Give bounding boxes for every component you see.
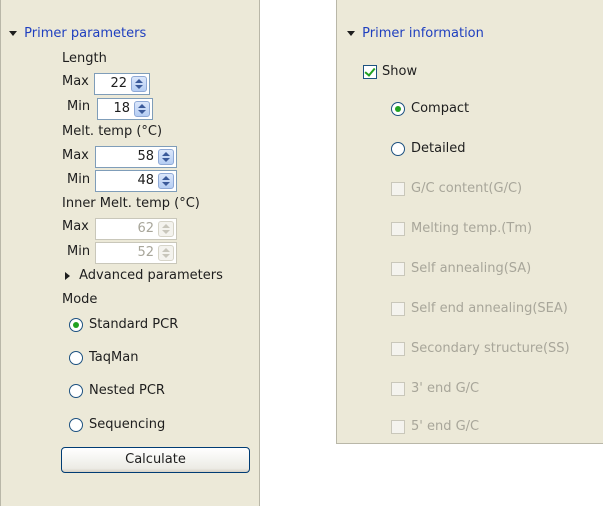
show-label[interactable]: Show	[382, 64, 417, 79]
advanced-parameters-toggle[interactable]: Advanced parameters	[65, 268, 223, 283]
self-end-annealing-checkbox	[391, 302, 405, 316]
primer-parameters-title: Primer parameters	[24, 26, 147, 41]
melt-temp-label: Melt. temp (°C)	[62, 124, 163, 139]
melting-temp-checkbox	[391, 222, 405, 236]
mode-standard-pcr-radio[interactable]	[69, 318, 83, 332]
collapse-arrow-icon[interactable]	[347, 31, 355, 36]
self-annealing-checkbox	[391, 262, 405, 276]
self-annealing-label: Self annealing(SA)	[411, 261, 532, 276]
three-end-gc-label: 3' end G/C	[411, 381, 480, 396]
spinner-arrows-icon[interactable]	[158, 149, 174, 165]
length-label: Length	[62, 51, 107, 66]
spinner-arrows-icon	[158, 221, 174, 237]
melt-temp-min-spinner[interactable]: 48	[95, 170, 177, 192]
melt-temp-min-label: Min	[67, 172, 91, 187]
length-max-label: Max	[62, 74, 89, 89]
length-max-spinner[interactable]: 22	[94, 73, 150, 95]
five-end-gc-label: 5' end G/C	[411, 419, 480, 434]
melt-temp-max-value[interactable]: 58	[137, 149, 154, 164]
melt-temp-min-value[interactable]: 48	[137, 173, 154, 188]
collapse-arrow-icon[interactable]	[9, 31, 17, 36]
spinner-arrows-icon[interactable]	[131, 76, 147, 92]
spinner-arrows-icon[interactable]	[134, 101, 150, 117]
mode-standard-pcr-label[interactable]: Standard PCR	[89, 317, 178, 332]
length-min-label: Min	[67, 99, 91, 114]
compact-label[interactable]: Compact	[411, 101, 469, 116]
primer-parameters-header[interactable]: Primer parameters	[9, 26, 146, 41]
primer-information-header[interactable]: Primer information	[347, 26, 484, 41]
spinner-arrows-icon[interactable]	[158, 173, 174, 189]
show-checkbox[interactable]	[363, 65, 377, 79]
melt-temp-max-spinner[interactable]: 58	[95, 146, 177, 168]
inner-melt-temp-min-spinner: 52	[95, 242, 177, 264]
gc-content-label: G/C content(G/C)	[411, 181, 523, 196]
advanced-parameters-label: Advanced parameters	[79, 268, 223, 283]
melting-temp-label: Melting temp.(Tm)	[411, 221, 533, 236]
length-min-value[interactable]: 18	[113, 101, 130, 116]
length-min-spinner[interactable]: 18	[97, 98, 153, 120]
mode-nested-pcr-label[interactable]: Nested PCR	[89, 383, 165, 398]
inner-melt-temp-min-label: Min	[67, 244, 91, 259]
spinner-arrows-icon	[158, 245, 174, 261]
inner-melt-temp-max-spinner: 62	[95, 218, 177, 240]
melt-temp-max-label: Max	[62, 148, 89, 163]
detailed-radio[interactable]	[391, 142, 405, 156]
mode-nested-pcr-radio[interactable]	[69, 384, 83, 398]
mode-taqman-radio[interactable]	[69, 351, 83, 365]
inner-melt-temp-max-label: Max	[62, 219, 89, 234]
primer-information-title: Primer information	[362, 26, 484, 41]
compact-radio[interactable]	[391, 102, 405, 116]
expand-arrow-icon[interactable]	[65, 271, 70, 280]
secondary-structure-checkbox	[391, 342, 405, 356]
calculate-button[interactable]: Calculate	[61, 447, 250, 473]
five-end-gc-checkbox	[391, 420, 405, 434]
self-end-annealing-label: Self end annealing(SEA)	[411, 301, 568, 316]
inner-melt-temp-max-value: 62	[137, 221, 154, 236]
mode-taqman-label[interactable]: TaqMan	[89, 350, 138, 365]
gc-content-checkbox	[391, 182, 405, 196]
primer-information-panel: Primer information Show Compact Detailed…	[336, 0, 603, 444]
mode-label: Mode	[62, 292, 98, 307]
inner-melt-temp-min-value: 52	[137, 245, 154, 260]
inner-melt-temp-label: Inner Melt. temp (°C)	[62, 196, 200, 211]
detailed-label[interactable]: Detailed	[411, 141, 466, 156]
mode-sequencing-label[interactable]: Sequencing	[89, 417, 165, 432]
secondary-structure-label: Secondary structure(SS)	[411, 341, 570, 356]
three-end-gc-checkbox	[391, 382, 405, 396]
length-max-value[interactable]: 22	[110, 76, 127, 91]
mode-sequencing-radio[interactable]	[69, 418, 83, 432]
primer-parameters-panel: Primer parameters Length Max 22 Min 18 M…	[0, 0, 260, 506]
